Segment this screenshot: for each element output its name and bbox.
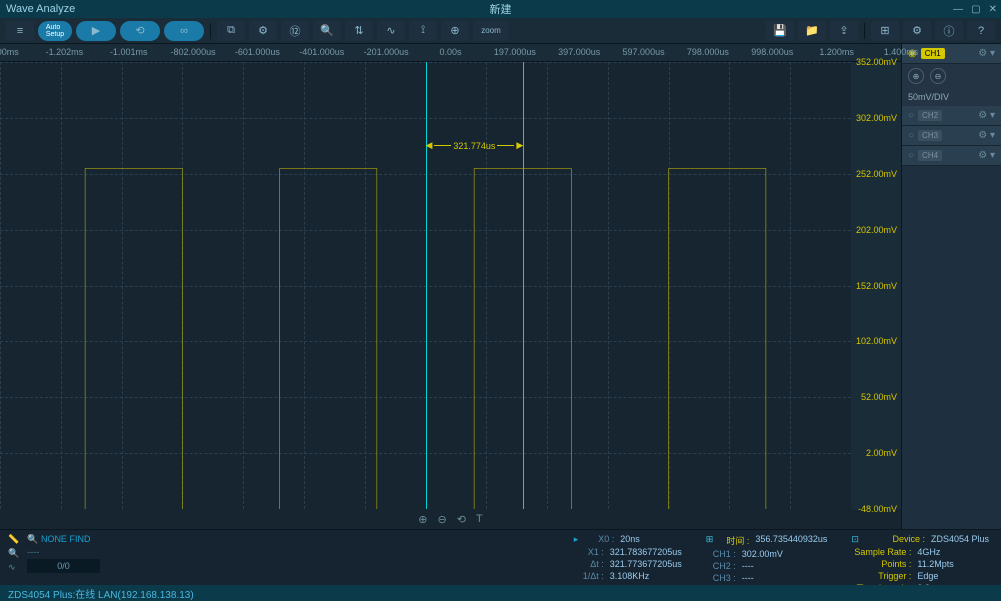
zoom-in-icon[interactable]: ⊕ [418,513,427,526]
voltage-axis: 352.00mV302.00mV252.00mV202.00mV152.00mV… [851,62,901,509]
ch1-zoomin-icon[interactable]: ⊕ [908,68,924,84]
ch4-panel[interactable]: ○CH4 ⚙ ▾ [902,146,1001,166]
crop-button[interactable]: ⟟ [409,21,437,41]
find-sub: ---- [27,547,100,557]
marker-button[interactable]: ⊕ [441,21,469,41]
measure-button[interactable]: ⑫ [281,21,309,41]
cursor-x1[interactable]: X1 [523,62,524,509]
ch1-zoomout-icon[interactable]: ⊖ [930,68,946,84]
minimize-button[interactable]: — [953,4,963,15]
ch1-gear-icon[interactable]: ⚙ ▾ [978,48,995,59]
waveform-plot[interactable]: X0 X1 ◀ 321.774us ▶ [0,62,851,509]
menu-button[interactable]: ≡ [6,21,34,41]
help-button[interactable]: ? [967,21,995,41]
status-bar: ZDS4054 Plus:在线 LAN(192.168.138.13) [0,585,1001,601]
ch4-gear-icon[interactable]: ⚙ ▾ [978,150,995,161]
close-button[interactable]: ✕ [989,4,997,15]
ch2-gear-icon[interactable]: ⚙ ▾ [978,110,995,121]
zoom-out-icon[interactable]: ⊖ [438,513,447,526]
screen-button[interactable]: ⧉ [217,21,245,41]
titlebar: Wave Analyze 新建 — ▢ ✕ [0,0,1001,18]
ch2-panel[interactable]: ○CH2 ⚙ ▾ [902,106,1001,126]
play-button[interactable]: ▶ [76,21,116,41]
math-button[interactable]: ∿ [377,21,405,41]
sync-button[interactable]: ∞ [164,21,204,41]
save-button[interactable]: 💾 [766,21,794,41]
ch1-zoom-controls: ⊕ ⊖ [902,64,1001,88]
plot-tools: ⊕ ⊖ ⟲ T [0,509,901,529]
app-title: Wave Analyze [6,3,75,15]
folder-button[interactable]: 📁 [798,21,826,41]
ch3-panel[interactable]: ○CH3 ⚙ ▾ [902,126,1001,146]
delta-annotation: ◀ 321.774us ▶ [426,140,524,151]
loop-button[interactable]: ⟲ [120,21,160,41]
find-count: 0/0 [27,559,100,573]
time-axis: -1.400ms-1.202ms-1.001ms-802.000us-601.0… [0,44,901,62]
connection-status: ZDS4054 Plus:在线 LAN(192.168.138.13) [8,586,194,601]
refresh-icon[interactable]: ⟲ [457,513,466,526]
toolbar: ≡ Auto Setup ▶ ⟲ ∞ ⧉ ⚙ ⑫ 🔍 ⇅ ∿ ⟟ ⊕ zoom … [0,18,1001,44]
bottom-panel: 📏 🔍 ∿ 🔍 NONE FIND ---- 0/0 ▸X0 :20ns X1 … [0,529,1001,585]
ruler-icon[interactable]: 📏 [8,534,19,545]
settings-button[interactable]: ⚙ [249,21,277,41]
autosetup-button[interactable]: Auto Setup [38,21,72,41]
wave-icon[interactable]: ∿ [8,562,19,573]
maximize-button[interactable]: ▢ [971,4,980,15]
cursor-readout: ▸X0 :20ns X1 :321.783677205us Δt :321.77… [562,530,694,585]
gear-icon[interactable]: ⚙ [903,21,931,41]
ch3-gear-icon[interactable]: ⚙ ▾ [978,130,995,141]
document-title: 新建 [490,1,512,17]
zoom-button[interactable]: zoom [473,21,509,41]
cursor-x0[interactable]: X0 [426,62,427,509]
config-button[interactable]: ⊞ [871,21,899,41]
device-readout: ⊡Device :ZDS4054 Plus Sample Rate :4GHz … [839,530,1001,585]
cursor-button[interactable]: ⇅ [345,21,373,41]
text-icon[interactable]: T [476,513,483,525]
find-status: NONE FIND [41,534,91,544]
info-button[interactable]: ⓘ [935,21,963,41]
channel-readout: ⊞时间 :356.735440932us CH1 :302.00mV CH2 :… [694,530,840,585]
search-button[interactable]: 🔍 [313,21,341,41]
export-button[interactable]: ⇪ [830,21,858,41]
zoom-icon[interactable]: 🔍 [8,548,19,559]
ch1-scale: 50mV/DIV [902,88,1001,106]
channel-sidebar: ◉CH1 ⚙ ▾ ⊕ ⊖ 50mV/DIV ○CH2 ⚙ ▾ ○CH3 ⚙ ▾ … [901,44,1001,529]
